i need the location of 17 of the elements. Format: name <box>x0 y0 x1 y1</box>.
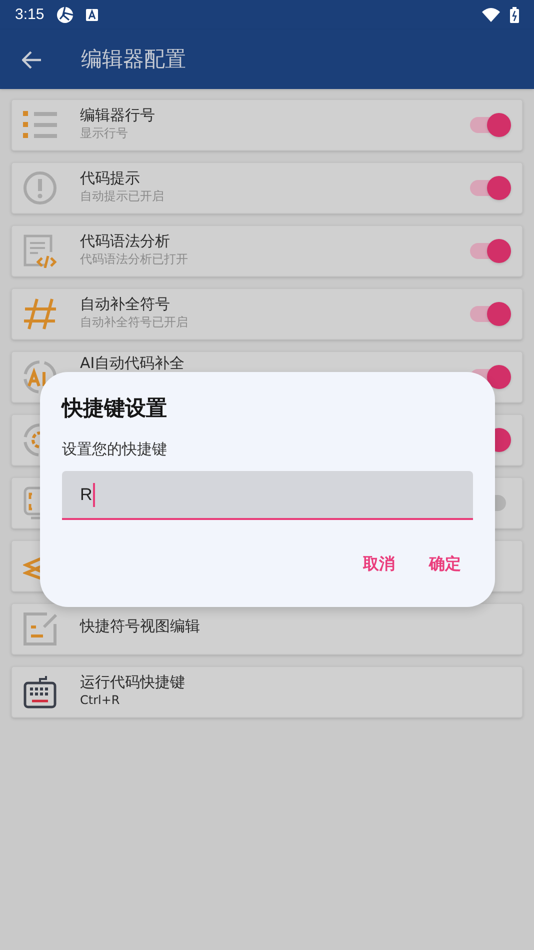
setting-title: 自动补全符号 <box>80 294 171 314</box>
app-bar-title: 编辑器配置 <box>81 46 186 73</box>
dialog-message: 设置您的快捷键 <box>62 439 168 459</box>
setting-title: 运行代码快捷键 <box>80 672 186 692</box>
setting-title: 代码语法分析 <box>80 231 171 251</box>
setting-subtitle: 显示行号 <box>80 125 129 141</box>
status-time: 3:15 <box>15 4 44 25</box>
setting-title: 编辑器行号 <box>80 105 156 125</box>
input-value: R <box>80 484 92 506</box>
setting-subtitle: 代码语法分析已打开 <box>80 251 189 267</box>
setting-subtitle: Ctrl+R <box>80 692 121 708</box>
setting-title: AI自动代码补全 <box>80 353 186 373</box>
setting-title: 快捷符号视图编辑 <box>80 616 201 636</box>
setting-subtitle: 自动补全符号已开启 <box>80 314 189 330</box>
dialog-title: 快捷键设置 <box>62 395 168 422</box>
setting-subtitle: 自动提示已开启 <box>80 188 165 204</box>
setting-title: 代码提示 <box>80 168 141 188</box>
